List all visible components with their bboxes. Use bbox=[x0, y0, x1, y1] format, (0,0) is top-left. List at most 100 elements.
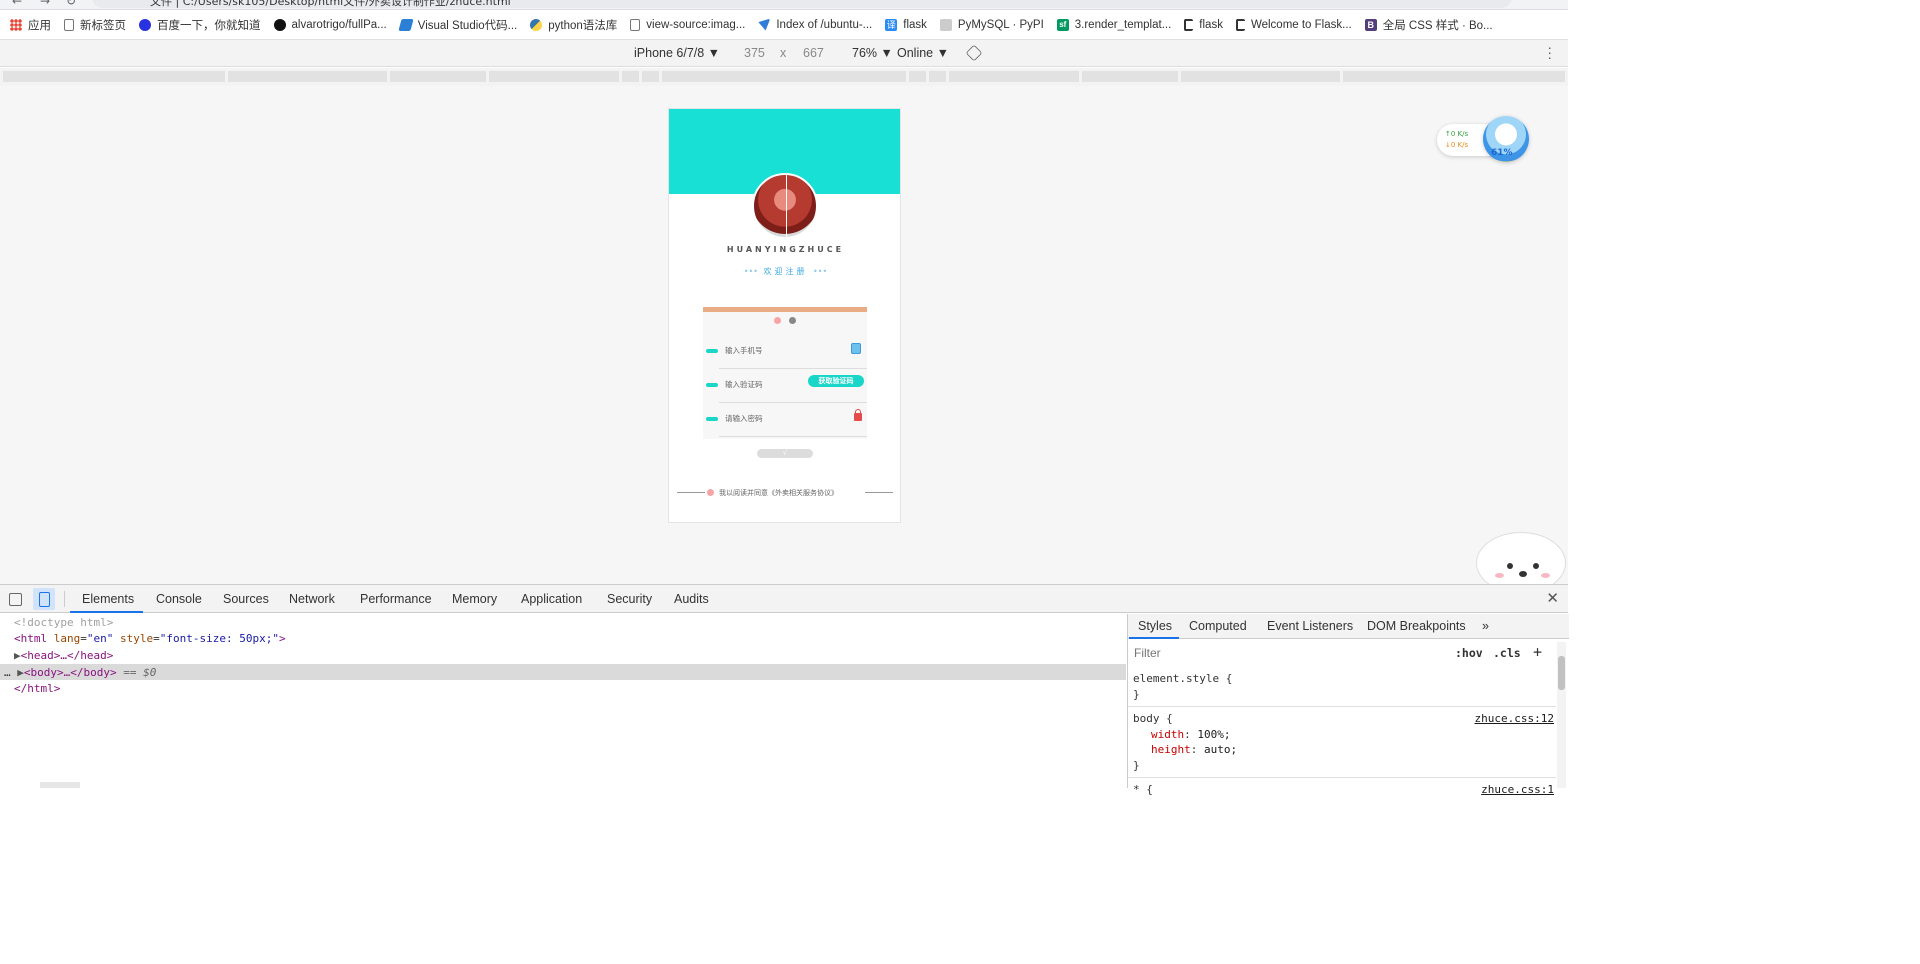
bookmark-bootstrap[interactable]: B 全局 CSS 样式 · Bo... bbox=[1364, 17, 1493, 33]
carousel-dot-active[interactable] bbox=[774, 317, 781, 324]
tab-sources[interactable]: Sources bbox=[223, 592, 269, 606]
bookmark-vscode[interactable]: Visual Studio代码... bbox=[398, 17, 517, 33]
password-field[interactable]: 请输入密码 bbox=[703, 403, 867, 437]
media-query-segment[interactable] bbox=[1343, 71, 1565, 82]
bookmark-pymysql[interactable]: PyMySQL · PyPI bbox=[939, 18, 1044, 31]
dom-node-doctype[interactable]: <!doctype html> bbox=[14, 615, 113, 632]
tab-performance[interactable]: Performance bbox=[360, 592, 432, 606]
tab-computed[interactable]: Computed bbox=[1189, 619, 1247, 633]
url-text[interactable]: 文件 | C:/Users/sk105/Desktop/html文件/外卖设计制… bbox=[150, 0, 511, 9]
bookmark-new-tab[interactable]: 新标签页 bbox=[64, 17, 126, 33]
rule-element-style[interactable]: element.style { } bbox=[1128, 667, 1556, 707]
media-query-segment[interactable] bbox=[949, 71, 1079, 82]
dom-node-head[interactable]: ▶<head>…</head> bbox=[14, 648, 113, 665]
agreement-checkbox[interactable] bbox=[707, 489, 714, 496]
password-placeholder[interactable]: 请输入密码 bbox=[725, 413, 763, 424]
selected-node-highlight bbox=[0, 664, 1126, 680]
phone-placeholder[interactable]: 输入手机号 bbox=[725, 345, 763, 356]
bookmark-welcome-flask[interactable]: Welcome to Flask... bbox=[1235, 18, 1352, 31]
dom-node-body[interactable]: … ▶<body>…</body> == $0 bbox=[4, 665, 156, 682]
close-devtools-icon[interactable]: ✕ bbox=[1546, 589, 1559, 607]
bookmark-label: 3.render_templat... bbox=[1074, 18, 1172, 31]
get-code-button[interactable]: 获取验证码 bbox=[808, 375, 864, 387]
css-property[interactable]: width: 100%; bbox=[1133, 727, 1551, 743]
tab-styles[interactable]: Styles bbox=[1138, 619, 1172, 633]
rotate-icon[interactable] bbox=[965, 44, 983, 62]
media-query-segment[interactable] bbox=[489, 71, 619, 82]
bookmark-label: flask bbox=[903, 18, 927, 31]
media-query-segment[interactable] bbox=[3, 71, 225, 82]
speed-widget[interactable]: ↑0 K/s ↓0 K/s 61% bbox=[1437, 116, 1529, 162]
github-icon bbox=[273, 18, 286, 31]
inspect-element-icon[interactable] bbox=[9, 593, 22, 606]
form-top-bar bbox=[703, 307, 867, 312]
tab-console[interactable]: Console bbox=[156, 592, 202, 606]
welcome-dots-right: ••• bbox=[813, 267, 828, 276]
back-icon[interactable]: ← bbox=[12, 0, 22, 8]
tab-event-listeners[interactable]: Event Listeners bbox=[1267, 619, 1353, 633]
zoom-select[interactable]: 76% ▼ bbox=[852, 46, 893, 60]
reload-icon[interactable]: ↻ bbox=[66, 0, 76, 8]
css-property[interactable]: height: auto; bbox=[1133, 742, 1551, 758]
dom-node-html-close[interactable]: </html> bbox=[14, 681, 60, 698]
styles-filter-input[interactable] bbox=[1132, 644, 1444, 662]
device-select[interactable]: iPhone 6/7/8 ▼ bbox=[634, 46, 720, 60]
styles-scrollbar[interactable] bbox=[1557, 642, 1566, 788]
rule-source-link[interactable]: zhuce.css:1 bbox=[1481, 782, 1554, 798]
height-input[interactable]: 667 bbox=[803, 46, 824, 60]
dom-horizontal-scrollbar[interactable] bbox=[40, 782, 80, 788]
flask-horn-icon bbox=[1235, 18, 1245, 31]
media-query-segment[interactable] bbox=[1082, 71, 1178, 82]
media-query-segment[interactable] bbox=[390, 71, 486, 82]
rule-universal[interactable]: zhuce.css:1 * { bbox=[1128, 778, 1556, 802]
tab-memory[interactable]: Memory bbox=[452, 592, 497, 606]
media-query-segment[interactable] bbox=[929, 71, 946, 82]
address-bar[interactable]: ← → ↻ 文件 | C:/Users/sk105/Desktop/html文件… bbox=[0, 0, 1568, 10]
bookmark-label: Welcome to Flask... bbox=[1250, 18, 1352, 31]
bookmark-fullpage[interactable]: alvarotrigo/fullPa... bbox=[273, 18, 387, 31]
phone-field[interactable]: 输入手机号 bbox=[703, 335, 867, 369]
network-select[interactable]: Online ▼ bbox=[897, 46, 949, 60]
tab-dom-breakpoints[interactable]: DOM Breakpoints bbox=[1367, 619, 1466, 633]
agreement-text[interactable]: 我以阅读并同意《外卖相关服务协议》 bbox=[719, 488, 838, 498]
media-query-segment[interactable] bbox=[642, 71, 659, 82]
code-placeholder[interactable]: 输入验证码 bbox=[725, 379, 763, 390]
media-query-segment[interactable] bbox=[662, 71, 906, 82]
class-toggle-button[interactable]: .cls bbox=[1493, 646, 1521, 660]
submit-button[interactable]: √ bbox=[757, 449, 813, 458]
bookmark-apps[interactable]: 应用 bbox=[10, 17, 51, 33]
tab-elements[interactable]: Elements bbox=[82, 592, 134, 606]
more-options-icon[interactable]: · · · bbox=[1547, 40, 1552, 64]
hover-state-button[interactable]: :hov bbox=[1455, 646, 1483, 660]
tab-security[interactable]: Security bbox=[607, 592, 652, 606]
bookmark-python[interactable]: python语法库 bbox=[530, 17, 617, 33]
forward-icon[interactable]: → bbox=[40, 0, 50, 8]
more-tabs-icon[interactable]: » bbox=[1482, 619, 1489, 633]
field-marker bbox=[706, 383, 718, 387]
tab-application[interactable]: Application bbox=[521, 592, 582, 606]
code-field[interactable]: 输入验证码 获取验证码 bbox=[703, 369, 867, 403]
bookmark-flask-2[interactable]: flask bbox=[1184, 18, 1223, 31]
width-input[interactable]: 375 bbox=[744, 46, 765, 60]
rule-body[interactable]: zhuce.css:12 body { width: 100%; height:… bbox=[1128, 707, 1556, 778]
media-query-segment[interactable] bbox=[909, 71, 926, 82]
tab-audits[interactable]: Audits bbox=[674, 592, 709, 606]
media-query-segment[interactable] bbox=[228, 71, 387, 82]
carousel-dot[interactable] bbox=[789, 317, 796, 324]
bookmark-flask-1[interactable]: 译 flask bbox=[885, 18, 927, 31]
toggle-device-icon[interactable] bbox=[33, 588, 55, 610]
bootstrap-icon: B bbox=[1364, 18, 1377, 31]
dom-node-html[interactable]: <html lang="en" style="font-size: 50px;"… bbox=[14, 631, 286, 648]
media-query-segment[interactable] bbox=[1181, 71, 1340, 82]
new-rule-button[interactable]: + bbox=[1533, 643, 1542, 661]
media-query-segment[interactable] bbox=[622, 71, 639, 82]
rule-source-link[interactable]: zhuce.css:12 bbox=[1475, 711, 1554, 727]
bookmark-baidu[interactable]: 百度一下，你就知道 bbox=[139, 17, 261, 33]
rule-selector: element.style { bbox=[1133, 672, 1233, 685]
device-toolbar: iPhone 6/7/8 ▼ 375 x 667 76% ▼ Online ▼ … bbox=[0, 40, 1568, 67]
bookmark-view-source[interactable]: view-source:imag... bbox=[630, 18, 745, 31]
bookmark-label: 新标签页 bbox=[80, 19, 126, 32]
tab-network[interactable]: Network bbox=[289, 592, 335, 606]
bookmark-ubuntu[interactable]: Index of /ubuntu-... bbox=[758, 18, 872, 31]
bookmark-render-template[interactable]: sf 3.render_templat... bbox=[1056, 18, 1172, 31]
